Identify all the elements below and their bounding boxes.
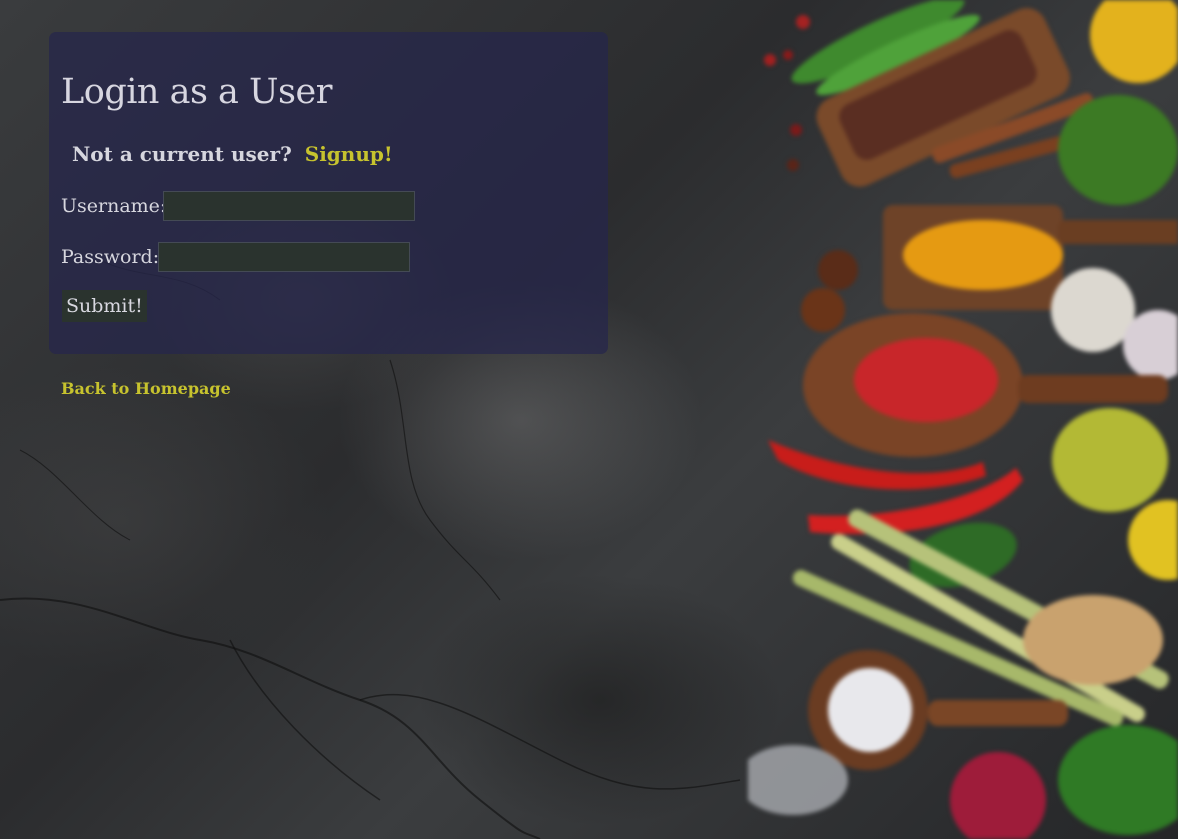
username-label: Username: — [61, 195, 167, 217]
username-input[interactable] — [163, 191, 415, 221]
food-spices-image — [748, 0, 1178, 839]
password-label: Password: — [61, 246, 160, 268]
submit-button[interactable]: Submit! — [62, 290, 147, 322]
signup-prompt: Not a current user? Signup! — [72, 142, 393, 166]
page-title: Login as a User — [61, 72, 332, 112]
back-to-homepage-link[interactable]: Back to Homepage — [61, 379, 231, 398]
signup-prompt-text: Not a current user? — [72, 142, 292, 166]
signup-link[interactable]: Signup! — [305, 142, 393, 166]
login-panel: Login as a User Not a current user? Sign… — [49, 32, 608, 354]
password-input[interactable] — [158, 242, 410, 272]
